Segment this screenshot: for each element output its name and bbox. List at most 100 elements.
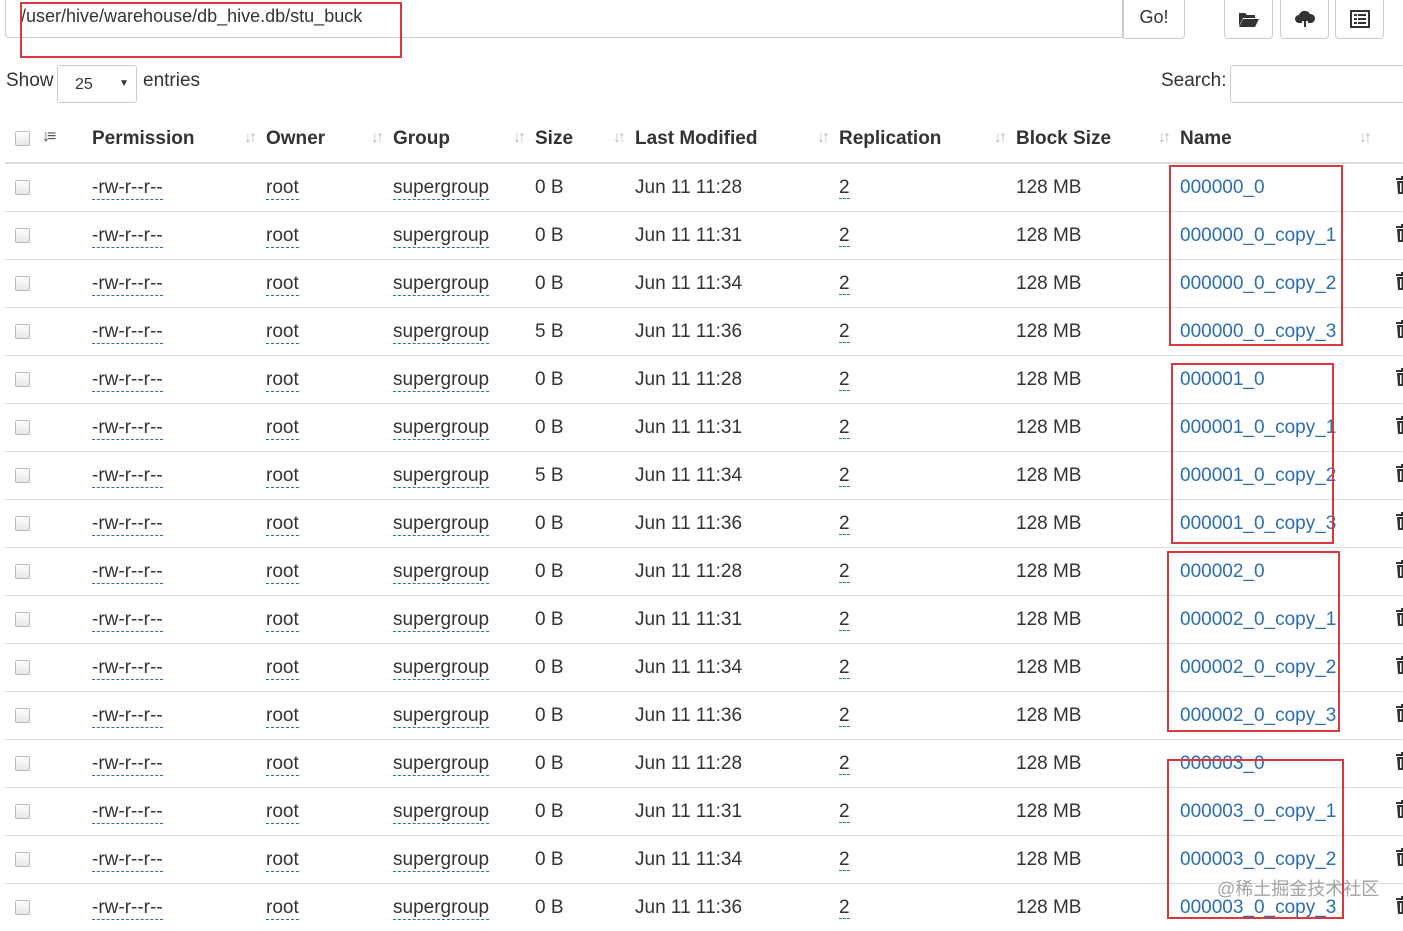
owner-value[interactable]: root	[266, 465, 299, 488]
row-checkbox[interactable]	[15, 756, 30, 771]
delete-button[interactable]	[1395, 655, 1403, 681]
group-value[interactable]: supergroup	[393, 465, 489, 488]
group-value[interactable]: supergroup	[393, 273, 489, 296]
file-name-link[interactable]: 000001_0_copy_1	[1180, 417, 1336, 438]
group-value[interactable]: supergroup	[393, 657, 489, 680]
replication-value[interactable]: 2	[839, 465, 850, 487]
delete-button[interactable]	[1395, 415, 1403, 441]
file-name-link[interactable]: 000002_0_copy_1	[1180, 609, 1336, 630]
replication-value[interactable]: 2	[839, 177, 850, 199]
delete-button[interactable]	[1395, 463, 1403, 489]
owner-value[interactable]: root	[266, 513, 299, 536]
group-value[interactable]: supergroup	[393, 321, 489, 344]
owner-value[interactable]: root	[266, 225, 299, 248]
permission-value[interactable]: -rw-r--r--	[92, 801, 163, 824]
delete-button[interactable]	[1395, 367, 1403, 393]
group-value[interactable]: supergroup	[393, 513, 489, 536]
group-value[interactable]: supergroup	[393, 609, 489, 632]
file-name-link[interactable]: 000003_0	[1180, 753, 1265, 774]
row-checkbox[interactable]	[15, 228, 30, 243]
row-checkbox[interactable]	[15, 420, 30, 435]
row-checkbox[interactable]	[15, 468, 30, 483]
delete-button[interactable]	[1395, 223, 1403, 249]
owner-value[interactable]: root	[266, 321, 299, 344]
file-name-link[interactable]: 000003_0_copy_2	[1180, 849, 1336, 870]
owner-value[interactable]: root	[266, 369, 299, 392]
replication-value[interactable]: 2	[839, 417, 850, 439]
delete-button[interactable]	[1395, 511, 1403, 537]
row-checkbox[interactable]	[15, 324, 30, 339]
owner-value[interactable]: root	[266, 417, 299, 440]
file-name-link[interactable]: 000000_0_copy_1	[1180, 225, 1336, 246]
owner-value[interactable]: root	[266, 273, 299, 296]
create-directory-button[interactable]	[1224, 0, 1273, 39]
delete-button[interactable]	[1395, 319, 1403, 345]
path-input[interactable]: /user/hive/warehouse/db_hive.db/stu_buck	[5, 0, 1123, 38]
permission-value[interactable]: -rw-r--r--	[92, 561, 163, 584]
column-header-size[interactable]: Size↓↑	[535, 116, 635, 163]
replication-value[interactable]: 2	[839, 561, 850, 583]
column-header-block-size[interactable]: Block Size↓↑	[1016, 116, 1180, 163]
row-checkbox[interactable]	[15, 180, 30, 195]
row-checkbox[interactable]	[15, 276, 30, 291]
permission-value[interactable]: -rw-r--r--	[92, 177, 163, 200]
permission-value[interactable]: -rw-r--r--	[92, 609, 163, 632]
permission-value[interactable]: -rw-r--r--	[92, 513, 163, 536]
group-value[interactable]: supergroup	[393, 849, 489, 872]
permission-value[interactable]: -rw-r--r--	[92, 465, 163, 488]
sort-default-header[interactable]: ↓≡	[42, 116, 92, 163]
owner-value[interactable]: root	[266, 801, 299, 824]
replication-value[interactable]: 2	[839, 657, 850, 679]
select-all-checkbox[interactable]	[15, 131, 30, 146]
owner-value[interactable]: root	[266, 897, 299, 920]
row-checkbox[interactable]	[15, 804, 30, 819]
delete-button[interactable]	[1395, 751, 1403, 777]
row-checkbox[interactable]	[15, 852, 30, 867]
column-header-owner[interactable]: Owner↓↑	[266, 116, 393, 163]
delete-button[interactable]	[1395, 847, 1403, 873]
permission-value[interactable]: -rw-r--r--	[92, 225, 163, 248]
group-value[interactable]: supergroup	[393, 705, 489, 728]
row-checkbox[interactable]	[15, 612, 30, 627]
delete-button[interactable]	[1395, 607, 1403, 633]
row-checkbox[interactable]	[15, 372, 30, 387]
entries-length-select[interactable]: 25 ▼	[57, 65, 137, 103]
row-checkbox[interactable]	[15, 708, 30, 723]
cut-paste-button[interactable]	[1335, 0, 1384, 39]
owner-value[interactable]: root	[266, 705, 299, 728]
replication-value[interactable]: 2	[839, 753, 850, 775]
delete-button[interactable]	[1395, 175, 1403, 201]
owner-value[interactable]: root	[266, 753, 299, 776]
delete-button[interactable]	[1395, 559, 1403, 585]
permission-value[interactable]: -rw-r--r--	[92, 897, 163, 920]
select-all-header[interactable]	[5, 116, 42, 163]
group-value[interactable]: supergroup	[393, 897, 489, 920]
permission-value[interactable]: -rw-r--r--	[92, 753, 163, 776]
replication-value[interactable]: 2	[839, 897, 850, 919]
file-name-link[interactable]: 000002_0_copy_3	[1180, 705, 1336, 726]
row-checkbox[interactable]	[15, 660, 30, 675]
permission-value[interactable]: -rw-r--r--	[92, 849, 163, 872]
delete-button[interactable]	[1395, 799, 1403, 825]
replication-value[interactable]: 2	[839, 801, 850, 823]
replication-value[interactable]: 2	[839, 369, 850, 391]
file-name-link[interactable]: 000002_0_copy_2	[1180, 657, 1336, 678]
replication-value[interactable]: 2	[839, 513, 850, 535]
replication-value[interactable]: 2	[839, 609, 850, 631]
permission-value[interactable]: -rw-r--r--	[92, 417, 163, 440]
group-value[interactable]: supergroup	[393, 753, 489, 776]
permission-value[interactable]: -rw-r--r--	[92, 657, 163, 680]
column-header-permission[interactable]: Permission↓↑	[92, 116, 266, 163]
delete-button[interactable]	[1395, 271, 1403, 297]
group-value[interactable]: supergroup	[393, 225, 489, 248]
file-name-link[interactable]: 000001_0_copy_2	[1180, 465, 1336, 486]
row-checkbox[interactable]	[15, 564, 30, 579]
column-header-name[interactable]: Name↓↑	[1180, 116, 1381, 163]
file-name-link[interactable]: 000001_0_copy_3	[1180, 513, 1336, 534]
row-checkbox[interactable]	[15, 516, 30, 531]
file-name-link[interactable]: 000001_0	[1180, 369, 1265, 390]
go-button[interactable]: Go!	[1123, 0, 1185, 39]
replication-value[interactable]: 2	[839, 849, 850, 871]
permission-value[interactable]: -rw-r--r--	[92, 321, 163, 344]
group-value[interactable]: supergroup	[393, 801, 489, 824]
